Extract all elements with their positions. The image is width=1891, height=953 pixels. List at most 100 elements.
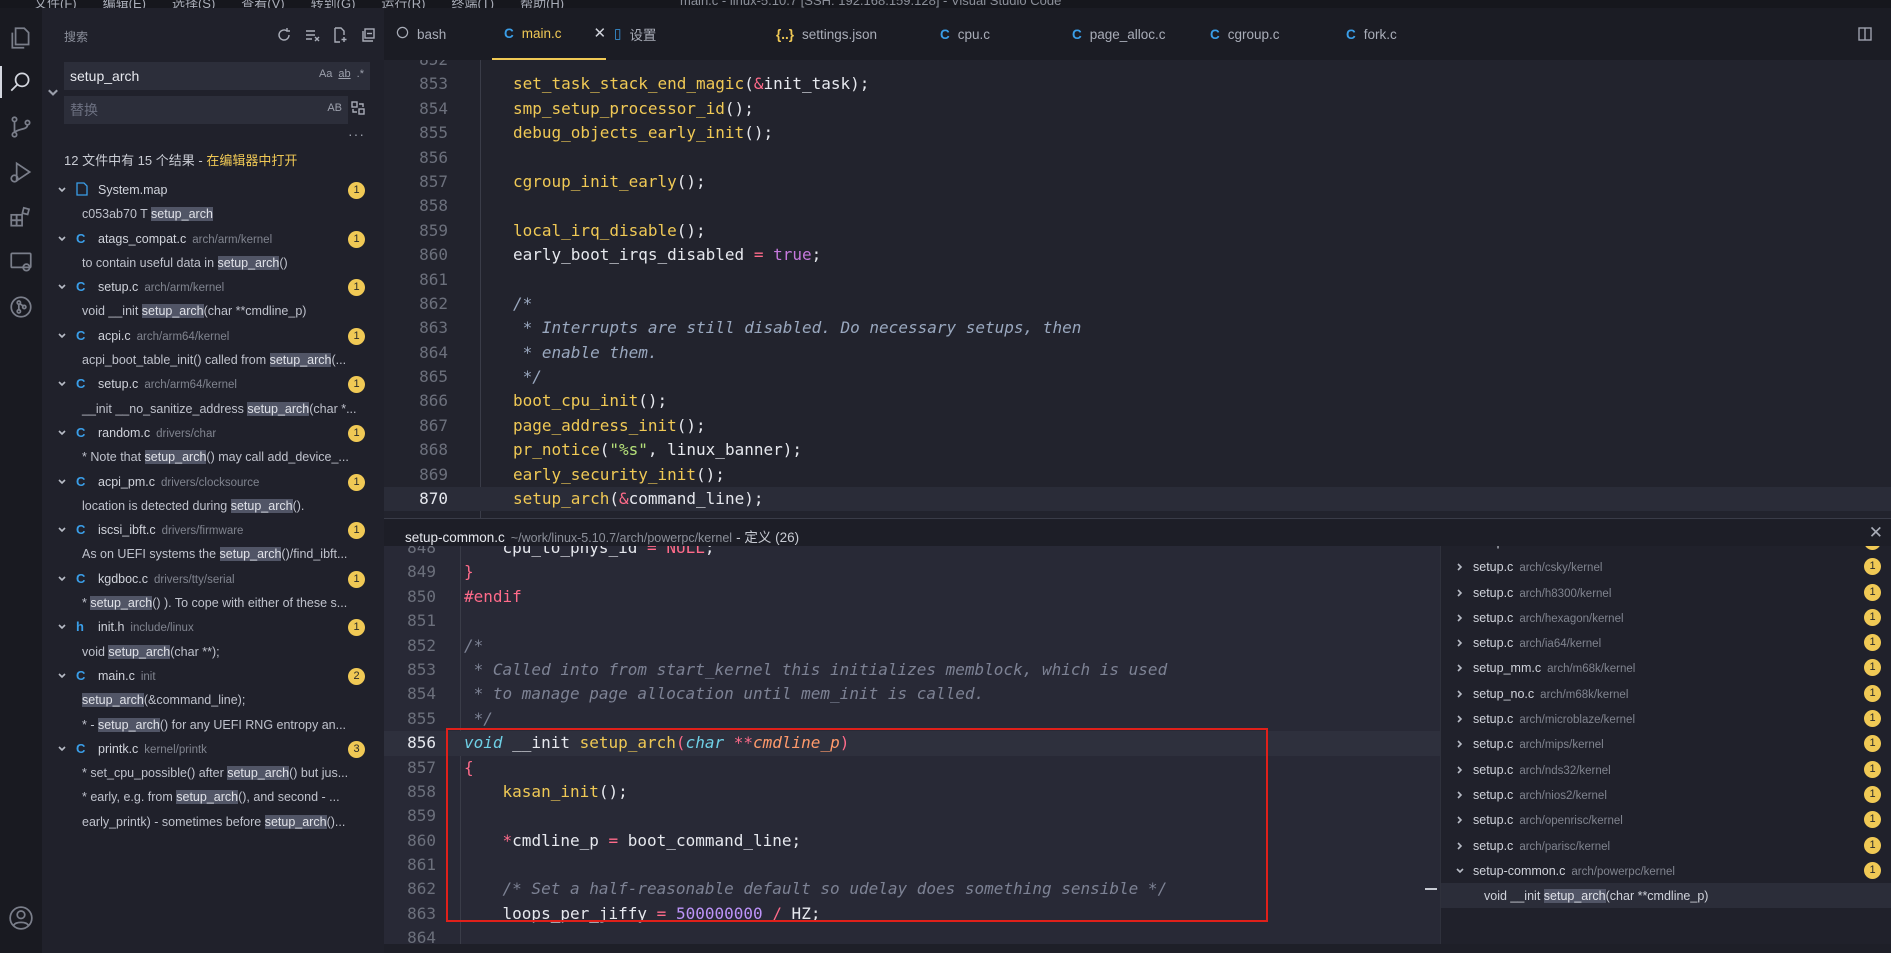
result-file-row[interactable]: Ckgdboc.c drivers/tty/serial 1 xyxy=(42,567,384,591)
reference-row[interactable]: setup.c arch/nds32/kernel 1 xyxy=(1441,757,1891,782)
reference-row[interactable]: setup.c arch/mips/kernel 1 xyxy=(1441,731,1891,756)
chevron-down-icon[interactable] xyxy=(57,670,67,680)
source-control-icon[interactable] xyxy=(0,105,42,149)
chevron-right-icon[interactable] xyxy=(1455,814,1465,824)
chevron-right-icon[interactable] xyxy=(1455,662,1465,673)
reference-match-row-selected[interactable]: void __init setup_arch(char **cmdline_p) xyxy=(1441,883,1891,909)
reference-row[interactable]: setup.c arch/nios2/kernel 1 xyxy=(1441,782,1891,807)
chevron-down-icon[interactable] xyxy=(57,524,67,534)
chevron-down-icon[interactable] xyxy=(57,743,67,753)
tab-cpu-c[interactable]: Ccpu.c xyxy=(940,8,990,60)
reference-row[interactable]: setup.c arch/c6x/kernel 1 xyxy=(1441,546,1891,554)
chevron-right-icon[interactable] xyxy=(1455,840,1465,850)
replace-all-icon[interactable] xyxy=(350,100,368,118)
result-match-row[interactable]: setup_arch(&command_line); xyxy=(42,688,382,712)
tab-close-icon[interactable]: ✕ xyxy=(594,24,607,42)
menu-item[interactable]: 帮助(H) xyxy=(520,0,564,8)
reference-row[interactable]: setup.c arch/ia64/kernel 1 xyxy=(1441,630,1891,655)
result-match-row[interactable]: * Note that setup_arch() may call add_de… xyxy=(42,445,382,469)
new-search-editor-icon[interactable] xyxy=(331,26,348,43)
regex-toggle[interactable]: .* xyxy=(357,68,364,80)
extensions-icon[interactable] xyxy=(0,195,42,239)
collapse-all-icon[interactable] xyxy=(359,26,376,43)
tab--[interactable]: ▯ 设置 xyxy=(614,8,656,60)
result-match-row[interactable]: location is detected during setup_arch()… xyxy=(42,494,382,518)
chevron-right-icon[interactable] xyxy=(1455,637,1465,647)
tab-page-alloc-c[interactable]: Cpage_alloc.c xyxy=(1072,8,1166,60)
result-file-row[interactable]: Csetup.c arch/arm/kernel 1 xyxy=(42,275,384,299)
chevron-down-icon[interactable] xyxy=(57,281,67,291)
result-file-row[interactable]: Cprintk.c kernel/printk 3 xyxy=(42,737,384,761)
chevron-down-icon[interactable] xyxy=(57,330,67,340)
result-match-row[interactable]: * early, e.g. from setup_arch(), and sec… xyxy=(42,785,382,809)
reference-row[interactable]: setup.c arch/openrisc/kernel 1 xyxy=(1441,807,1891,832)
replace-input[interactable]: 替换 AB xyxy=(64,96,348,124)
menu-item[interactable]: 文件(F) xyxy=(34,0,77,8)
result-file-row[interactable]: Catags_compat.c arch/arm/kernel 1 xyxy=(42,227,384,251)
chevron-right-icon[interactable] xyxy=(1455,587,1465,597)
toggle-replace-chevron-icon[interactable] xyxy=(46,86,60,100)
match-case-toggle[interactable]: Aa xyxy=(319,68,332,80)
reference-row[interactable]: setup.c arch/parisc/kernel 1 xyxy=(1441,833,1891,858)
tab-bash[interactable]: bash xyxy=(396,8,446,60)
chevron-right-icon[interactable] xyxy=(1455,738,1465,748)
result-match-row[interactable]: * setup_arch() ). To cope with either of… xyxy=(42,591,382,615)
chevron-right-icon[interactable] xyxy=(1455,789,1465,799)
chevron-down-icon[interactable] xyxy=(57,427,67,437)
result-file-row[interactable]: Csetup.c arch/arm64/kernel 1 xyxy=(42,372,384,396)
result-file-row[interactable]: Cmain.c init 2 xyxy=(42,664,384,688)
open-in-editor-link[interactable]: 在编辑器中打开 xyxy=(206,153,297,168)
result-file-row[interactable]: Cacpi_pm.c drivers/clocksource 1 xyxy=(42,470,384,494)
result-match-row[interactable]: void __init setup_arch(char **cmdline_p) xyxy=(42,299,382,323)
result-file-row[interactable]: h init.h include/linux 1 xyxy=(42,615,384,639)
chevron-down-icon[interactable] xyxy=(57,573,67,583)
chevron-right-icon[interactable] xyxy=(1455,561,1465,571)
chevron-right-icon[interactable] xyxy=(1455,688,1465,698)
chevron-down-icon[interactable] xyxy=(57,476,67,486)
account-icon[interactable] xyxy=(0,896,42,940)
result-match-row[interactable]: As on UEFI systems the setup_arch()/find… xyxy=(42,542,382,566)
refresh-icon[interactable] xyxy=(275,26,292,43)
result-file-row[interactable]: System.map 1 xyxy=(42,178,384,202)
explorer-icon[interactable] xyxy=(0,16,42,60)
result-file-row[interactable]: Crandom.c drivers/char 1 xyxy=(42,421,384,445)
git-graph-icon[interactable] xyxy=(0,285,42,329)
reference-row[interactable]: setup_mm.c arch/m68k/kernel 1 xyxy=(1441,655,1891,680)
run-debug-icon[interactable] xyxy=(0,150,42,194)
split-editor-icon[interactable] xyxy=(1857,26,1873,42)
result-file-row[interactable]: Cacpi.c arch/arm64/kernel 1 xyxy=(42,324,384,348)
peek-close-icon[interactable]: ✕ xyxy=(1869,523,1883,543)
menu-item[interactable]: 运行(R) xyxy=(381,0,425,8)
result-file-row[interactable]: Ciscsi_ibft.c drivers/firmware 1 xyxy=(42,518,384,542)
peek-code-view[interactable]: 848 cpu_to_phys_id = NULL; 849} 850 #endif 8… xyxy=(384,546,1440,953)
search-details-toggle[interactable]: ··· xyxy=(348,126,365,142)
result-match-row[interactable]: to contain useful data in setup_arch() xyxy=(42,251,382,275)
search-icon[interactable] xyxy=(0,60,42,104)
reference-row[interactable]: setup.c arch/hexagon/kernel 1 xyxy=(1441,605,1891,630)
chevron-down-icon[interactable] xyxy=(1455,865,1465,875)
peek-file-name[interactable]: setup-common.c xyxy=(405,530,505,545)
chevron-down-icon[interactable] xyxy=(57,378,67,388)
remote-explorer-icon[interactable] xyxy=(0,240,42,284)
result-match-row[interactable]: c053ab70 T setup_arch xyxy=(42,202,382,226)
result-match-row[interactable]: * - setup_arch() for any UEFI RNG entrop… xyxy=(42,713,382,737)
search-input[interactable]: setup_arch Aa ab .* xyxy=(64,62,370,90)
preserve-case-toggle[interactable]: AB xyxy=(327,102,342,114)
menu-item[interactable]: 选择(S) xyxy=(172,0,215,8)
menu-item[interactable]: 转到(G) xyxy=(311,0,356,8)
reference-row[interactable]: setup.c arch/csky/kernel 1 xyxy=(1441,554,1891,579)
reference-row[interactable]: setup.c arch/microblaze/kernel 1 xyxy=(1441,706,1891,731)
result-match-row[interactable]: acpi_boot_table_init() called from setup… xyxy=(42,348,382,372)
chevron-down-icon[interactable] xyxy=(57,233,67,243)
chevron-down-icon[interactable] xyxy=(57,621,67,631)
chevron-right-icon[interactable] xyxy=(1455,764,1465,774)
chevron-down-icon[interactable] xyxy=(57,184,67,194)
menu-item[interactable]: 编辑(E) xyxy=(103,0,146,8)
result-match-row[interactable]: early_printk) - sometimes before setup_a… xyxy=(42,810,382,834)
menu-item[interactable]: 终端(T) xyxy=(451,0,494,8)
reference-row[interactable]: setup.c arch/h8300/kernel 1 xyxy=(1441,580,1891,605)
tab-cgroup-c[interactable]: Ccgroup.c xyxy=(1210,8,1280,60)
result-match-row[interactable]: void setup_arch(char **); xyxy=(42,640,382,664)
menu-item[interactable]: 查看(V) xyxy=(241,0,284,8)
clear-results-icon[interactable] xyxy=(303,26,320,43)
